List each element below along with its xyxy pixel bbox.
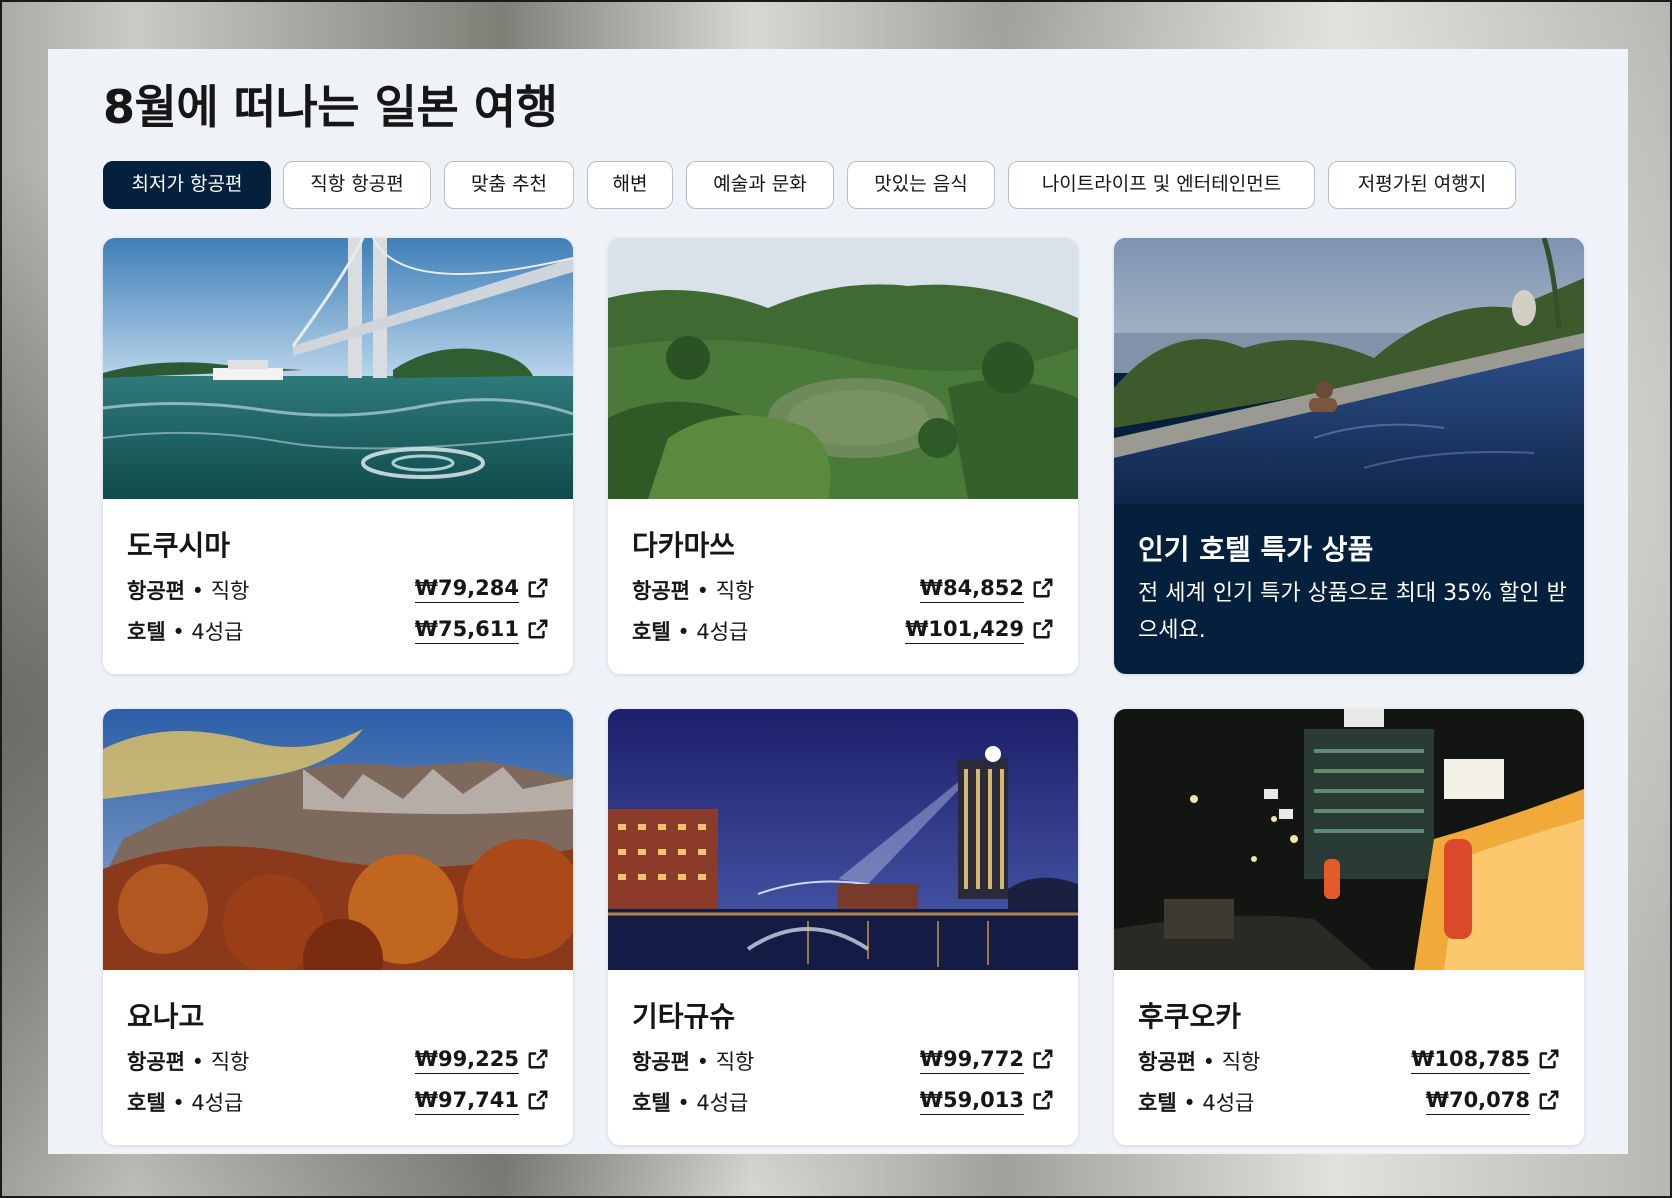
hotel-label: 호텔 • 4성급: [1138, 1091, 1255, 1115]
hotel-price-link[interactable]: ₩75,611: [414, 616, 519, 644]
hotel-row: 호텔 • 4성급 ₩75,611: [127, 616, 549, 646]
tab-nightlife[interactable]: 나이트라이프 및 엔터테인먼트: [1008, 161, 1315, 209]
hotel-price-link[interactable]: ₩59,013: [919, 1087, 1024, 1115]
destination-image: [103, 238, 573, 499]
flight-label: 항공편 • 직항: [632, 579, 755, 603]
hotel-row: 호텔 • 4성급 ₩70,078: [1138, 1087, 1560, 1117]
flight-row: 항공편 • 직항 ₩108,785: [1138, 1046, 1560, 1076]
destination-card-fukuoka[interactable]: 후쿠오카 항공편 • 직항 ₩108,785 호텔 • 4성급 ₩70,078: [1114, 709, 1584, 1145]
promo-description: 전 세계 인기 특가 상품으로 최대 35% 할인 받으세요.: [1138, 581, 1567, 643]
destination-card-takamatsu[interactable]: 다카마쓰 항공편 • 직항 ₩84,852 호텔 • 4성급 ₩101,429: [608, 238, 1078, 674]
external-link-icon[interactable]: [1538, 1048, 1560, 1070]
promo-card-hotel-deals[interactable]: 인기 호텔 특가 상품 전 세계 인기 특가 상품으로 최대 35% 할인 받으…: [1114, 238, 1584, 674]
external-link-icon[interactable]: [527, 618, 549, 640]
external-link-icon[interactable]: [1032, 1089, 1054, 1111]
flight-row: 항공편 • 직항 ₩84,852: [632, 575, 1054, 605]
external-link-icon[interactable]: [527, 577, 549, 599]
tab-direct-flights[interactable]: 직항 항공편: [283, 161, 431, 209]
destination-name: 후쿠오카: [1138, 1000, 1242, 1033]
hotel-price-link[interactable]: ₩101,429: [905, 616, 1024, 644]
promo-image: [1114, 238, 1584, 504]
hotel-price-link[interactable]: ₩97,741: [414, 1087, 519, 1115]
tab-underrated[interactable]: 저평가된 여행지: [1328, 161, 1516, 209]
hotel-row: 호텔 • 4성급 ₩101,429: [632, 616, 1054, 646]
hotel-label: 호텔 • 4성급: [127, 620, 244, 644]
external-link-icon[interactable]: [527, 1089, 549, 1111]
page-title: 8월에 떠나는 일본 여행: [103, 80, 558, 134]
flight-label: 항공편 • 직항: [127, 579, 250, 603]
destination-name: 기타규슈: [632, 1000, 736, 1033]
external-link-icon[interactable]: [1032, 577, 1054, 599]
hotel-row: 호텔 • 4성급 ₩59,013: [632, 1087, 1054, 1117]
flight-label: 항공편 • 직항: [1138, 1050, 1261, 1074]
flight-row: 항공편 • 직항 ₩79,284: [127, 575, 549, 605]
hotel-label: 호텔 • 4성급: [632, 620, 749, 644]
destination-image: [1114, 709, 1584, 970]
external-link-icon[interactable]: [527, 1048, 549, 1070]
flight-price-link[interactable]: ₩79,284: [414, 575, 519, 603]
hotel-label: 호텔 • 4성급: [127, 1091, 244, 1115]
external-link-icon[interactable]: [1032, 618, 1054, 640]
flight-price-link[interactable]: ₩84,852: [919, 575, 1024, 603]
destination-card-yonago[interactable]: 요나고 항공편 • 직항 ₩99,225 호텔 • 4성급 ₩97,741: [103, 709, 573, 1145]
tab-recommended[interactable]: 맞춤 추천: [444, 161, 574, 209]
flight-price-link[interactable]: ₩99,225: [414, 1046, 519, 1074]
external-link-icon[interactable]: [1538, 1089, 1560, 1111]
flight-row: 항공편 • 직항 ₩99,225: [127, 1046, 549, 1076]
flight-row: 항공편 • 직항 ₩99,772: [632, 1046, 1054, 1076]
tab-food[interactable]: 맛있는 음식: [847, 161, 995, 209]
flight-label: 항공편 • 직항: [632, 1050, 755, 1074]
destination-card-kitakyushu[interactable]: 기타규슈 항공편 • 직항 ₩99,772 호텔 • 4성급 ₩59,013: [608, 709, 1078, 1145]
destination-image: [608, 238, 1078, 499]
tab-arts-culture[interactable]: 예술과 문화: [686, 161, 834, 209]
destination-name: 요나고: [127, 1000, 205, 1033]
destination-name: 다카마쓰: [632, 529, 736, 562]
flight-price-link[interactable]: ₩108,785: [1411, 1046, 1530, 1074]
tab-cheapest-flights[interactable]: 최저가 항공편: [103, 161, 271, 209]
external-link-icon[interactable]: [1032, 1048, 1054, 1070]
tab-beach[interactable]: 해변: [587, 161, 673, 209]
destination-card-tokushima[interactable]: 도쿠시마 항공편 • 직항 ₩79,284 호텔 • 4성급 ₩75,611: [103, 238, 573, 674]
hotel-price-link[interactable]: ₩70,078: [1425, 1087, 1530, 1115]
destination-name: 도쿠시마: [127, 529, 231, 562]
destination-image: [608, 709, 1078, 970]
hotel-row: 호텔 • 4성급 ₩97,741: [127, 1087, 549, 1117]
flight-price-link[interactable]: ₩99,772: [919, 1046, 1024, 1074]
destination-image: [103, 709, 573, 970]
hotel-label: 호텔 • 4성급: [632, 1091, 749, 1115]
promo-title: 인기 호텔 특가 상품: [1138, 533, 1374, 566]
travel-section: 8월에 떠나는 일본 여행 최저가 항공편 직항 항공편 맞춤 추천 해변 예술…: [48, 49, 1628, 1154]
flight-label: 항공편 • 직항: [127, 1050, 250, 1074]
